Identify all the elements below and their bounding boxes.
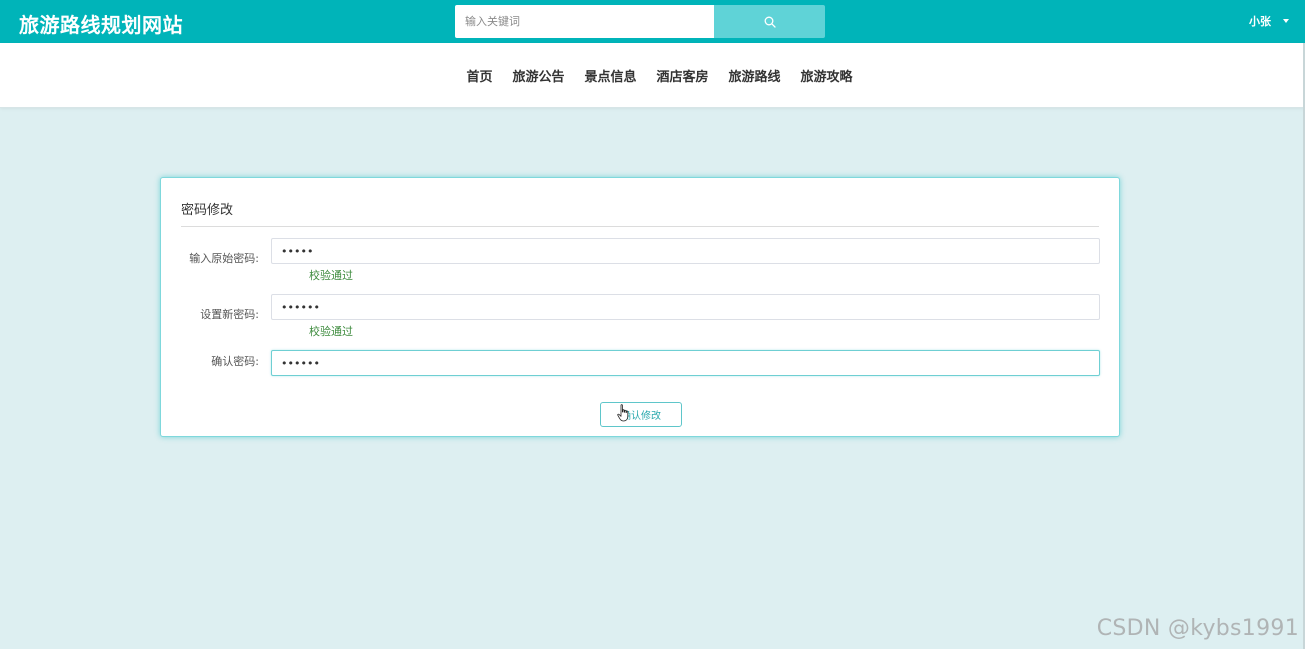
new-password-label: 设置新密码:: [200, 308, 259, 321]
top-bar: 旅游路线规划网站 小张: [0, 0, 1305, 43]
nav-item-attractions[interactable]: 景点信息: [584, 66, 636, 85]
new-password-input[interactable]: [271, 294, 1100, 320]
old-password-input[interactable]: [271, 238, 1100, 264]
search-icon: [764, 16, 776, 28]
nav-item-announcements[interactable]: 旅游公告: [512, 66, 564, 85]
search-input[interactable]: [455, 5, 714, 38]
card-divider: [181, 226, 1099, 227]
site-title[interactable]: 旅游路线规划网站: [19, 9, 183, 38]
chevron-down-icon: [1283, 19, 1289, 23]
nav-item-guides[interactable]: 旅游攻略: [801, 66, 853, 85]
nav-item-routes[interactable]: 旅游路线: [729, 66, 781, 85]
new-password-validation: 校验通过: [309, 325, 353, 338]
old-password-validation: 校验通过: [309, 269, 353, 282]
nav-item-hotel-rooms[interactable]: 酒店客房: [657, 66, 709, 85]
search-button[interactable]: [714, 5, 825, 38]
user-menu[interactable]: 小张: [1249, 13, 1289, 29]
page: 旅游路线规划网站 小张 首页 旅游公告 景点信息 酒店客房 旅游路线 旅游攻略 …: [0, 0, 1305, 649]
confirm-password-input[interactable]: [271, 350, 1100, 376]
card-title: 密码修改: [181, 203, 234, 218]
user-name: 小张: [1249, 15, 1271, 28]
old-password-label: 输入原始密码:: [189, 252, 259, 265]
confirm-password-label: 确认密码:: [211, 355, 259, 368]
main-nav: 首页 旅游公告 景点信息 酒店客房 旅游路线 旅游攻略: [0, 43, 1305, 108]
nav-item-home[interactable]: 首页: [466, 66, 492, 85]
nav-list: 首页 旅游公告 景点信息 酒店客房 旅游路线 旅游攻略: [0, 43, 1305, 108]
watermark: CSDN @kybs1991: [1096, 616, 1299, 641]
confirm-change-button[interactable]: 确认修改: [600, 402, 682, 427]
password-change-card: 密码修改 输入原始密码: 校验通过 设置新密码: 校验通过 确认密码: 确认修改: [160, 177, 1120, 437]
